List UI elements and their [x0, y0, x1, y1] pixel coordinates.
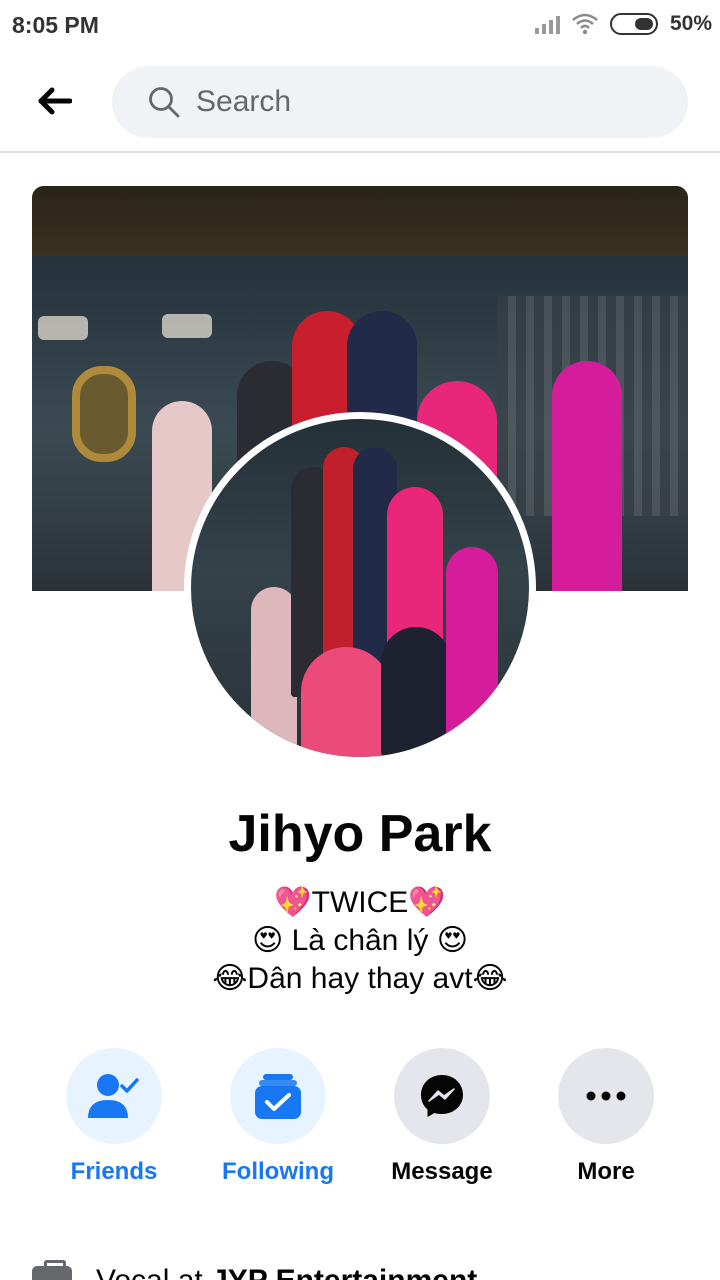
mirror-frame-decoration [72, 366, 136, 462]
friends-button[interactable]: Friends [44, 1048, 184, 1186]
search-icon [149, 87, 180, 118]
friends-label: Friends [70, 1158, 158, 1185]
intro-work-text: Vocal at JYP Entertainment [96, 1264, 477, 1280]
following-button[interactable]: Following [208, 1048, 348, 1186]
profile-name: Jihyo Park [228, 805, 492, 863]
status-time: 8:05 PM [12, 12, 99, 38]
friends-check-icon [88, 1074, 139, 1118]
arrow-left-icon [38, 87, 72, 115]
intro-work-row[interactable]: Vocal at JYP Entertainment [32, 1260, 692, 1280]
message-label: Message [391, 1158, 493, 1185]
bio-line: 😂Dân hay thay avt😂 [212, 962, 508, 995]
wifi-icon [572, 13, 598, 35]
bio-line: 💖TWICE💖 [274, 886, 446, 919]
status-icons: 50% [534, 12, 712, 36]
profile-bio: 💖TWICE💖 😍 Là chân lý 😍 😂Dân hay thay avt… [0, 884, 720, 998]
battery-icon [609, 13, 658, 35]
more-label: More [577, 1158, 635, 1185]
back-button[interactable] [30, 80, 80, 122]
more-dots-icon [586, 1091, 626, 1101]
more-button[interactable]: More [536, 1048, 676, 1186]
status-bar: 8:05 PM 50% [0, 0, 720, 52]
search-input[interactable] [196, 85, 636, 119]
top-header [0, 52, 720, 153]
battery-percent: 50% [669, 12, 712, 35]
following-label: Following [222, 1158, 334, 1185]
search-bar[interactable] [112, 66, 688, 138]
following-check-icon [255, 1074, 301, 1119]
bio-line: 😍 Là chân lý 😍 [252, 924, 468, 957]
messenger-icon [421, 1075, 463, 1117]
briefcase-icon [32, 1260, 72, 1280]
signal-icon [534, 14, 560, 34]
message-button[interactable]: Message [372, 1048, 512, 1186]
profile-avatar[interactable] [184, 412, 536, 764]
